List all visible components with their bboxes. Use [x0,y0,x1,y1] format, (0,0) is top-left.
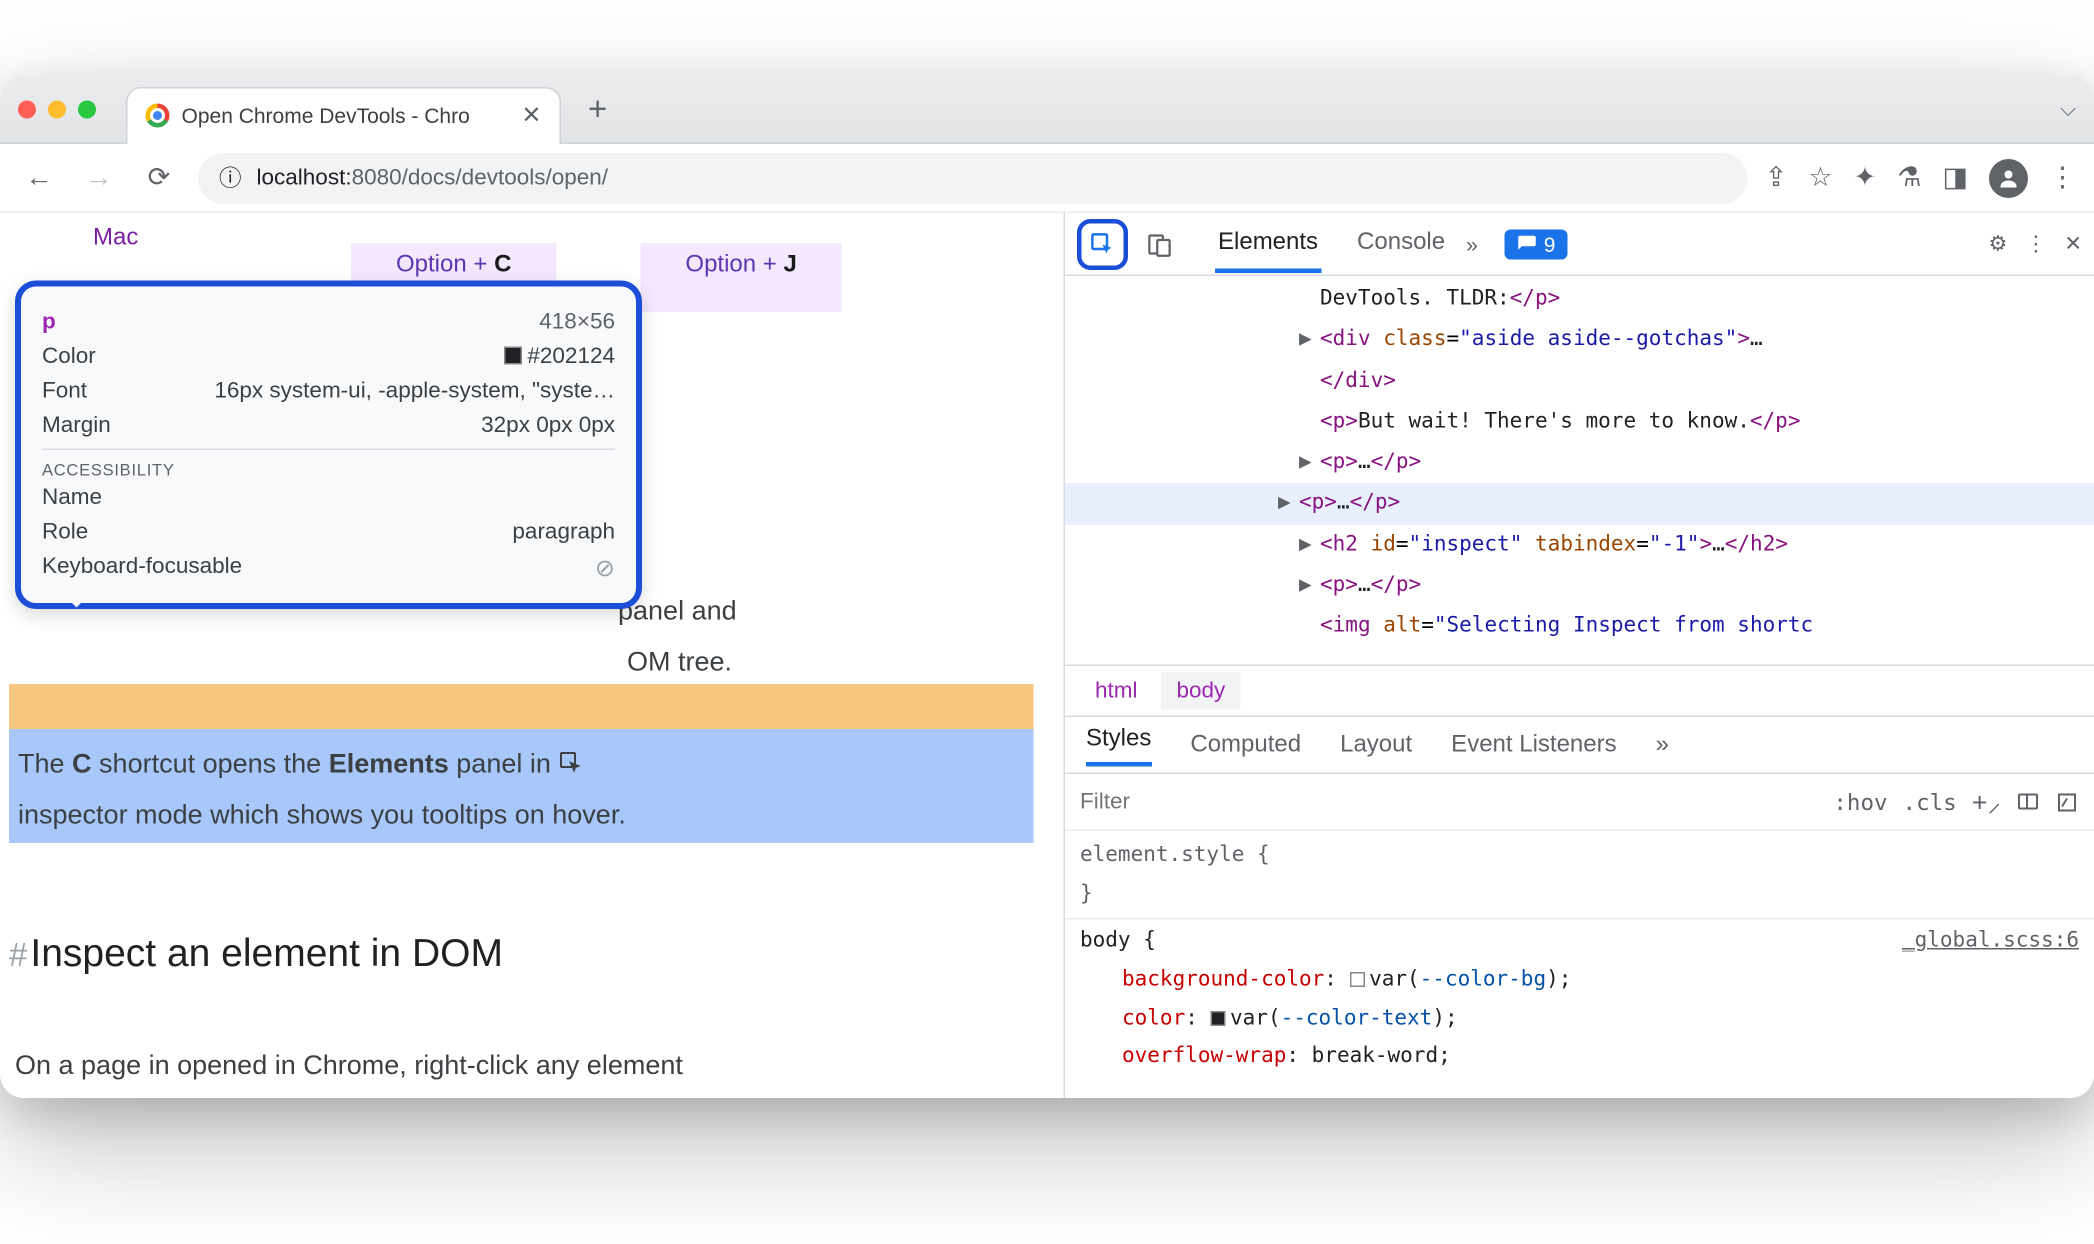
tooltip-a11y-heading: ACCESSIBILITY [42,449,615,481]
site-info-icon[interactable]: ⓘ [219,162,242,194]
profile-avatar[interactable] [1989,158,2028,197]
layout-tab[interactable]: Layout [1340,731,1412,758]
more-options-icon[interactable]: ⋮ [2025,231,2046,257]
body-text: On a page in opened in Chrome, right-cli… [15,1050,1019,1082]
devtools-panel: Elements Console » 9 ⚙ ⋮ ✕ DevTools. TLD… [1065,213,2094,1098]
address-bar: ← → ⟳ ⓘ localhost:8080/docs/devtools/ope… [0,144,2094,213]
styles-tab[interactable]: Styles [1086,725,1151,766]
more-tabs-icon[interactable]: » [1457,232,1487,256]
url-host: localhost: [257,165,352,191]
tooltip-dimensions: 418×56 [539,309,615,335]
styles-overflow-icon[interactable]: » [1656,731,1669,758]
new-style-rule-icon[interactable]: +⸝ [1972,784,2001,820]
color-swatch-icon [503,347,521,365]
chrome-logo-icon [146,104,170,128]
crumb-body[interactable]: body [1162,672,1241,710]
swatch-icon[interactable] [1211,1010,1226,1025]
highlighted-paragraph: The C shortcut opens the Elements panel … [18,738,1004,841]
hash-icon: # [9,936,27,974]
chrome-menu-icon[interactable]: ⋮ [2049,162,2076,194]
omnibox[interactable]: ⓘ localhost:8080/docs/devtools/open/ [198,152,1747,203]
computed-tab[interactable]: Computed [1190,731,1301,758]
console-tab[interactable]: Console [1354,217,1448,271]
tooltip-margin-value: 32px 0px 0px [481,413,615,439]
rendering-icon[interactable] [2055,790,2079,814]
tab-overflow-icon[interactable]: ⌵ [2060,96,2076,122]
breadcrumb: html body [1065,666,2094,717]
section-heading: #Inspect an element in DOM [9,930,503,977]
window-controls [18,100,96,118]
tooltip-tag: p [42,309,56,335]
inspect-inline-icon [558,750,582,774]
styles-tabs: Styles Computed Layout Event Listeners » [1065,717,2094,774]
new-tab-button[interactable]: + [588,89,607,128]
crumb-html[interactable]: html [1080,672,1153,710]
tooltip-role-label: Role [42,519,88,545]
styles-filter-row: :hov .cls +⸝ [1065,774,2094,831]
event-listeners-tab[interactable]: Event Listeners [1451,731,1616,758]
os-tab-mac[interactable]: Mac [93,225,138,252]
issues-badge[interactable]: 9 [1505,229,1568,259]
tooltip-font-value: 16px system-ui, -apple-system, "syste… [214,378,615,404]
share-icon[interactable]: ⇪ [1765,162,1788,194]
labs-icon[interactable]: ⚗ [1897,162,1921,194]
tooltip-name-label: Name [42,485,102,511]
color-format-icon[interactable] [2016,790,2040,814]
tooltip-kbf-label: Keyboard-focusable [42,554,242,584]
dom-tree[interactable]: DevTools. TLDR:</p> ▶<div class="aside a… [1065,276,2094,666]
styles-pane[interactable]: element.style { } body {_global.scss:6 b… [1065,831,2094,1098]
url-path: /docs/devtools/open/ [402,165,608,191]
elements-tab[interactable]: Elements [1215,217,1321,273]
cls-toggle[interactable]: .cls [1903,788,1957,815]
margin-highlight [9,684,1034,729]
tooltip-color-label: Color [42,344,96,370]
settings-icon[interactable]: ⚙ [1989,231,2008,257]
tooltip-color-value: #202124 [527,344,615,370]
close-devtools-icon[interactable]: ✕ [2064,231,2082,257]
maximize-window-button[interactable] [78,100,96,118]
devtools-toolbar: Elements Console » 9 ⚙ ⋮ ✕ [1065,213,2094,276]
close-tab-icon[interactable]: ✕ [521,101,541,131]
not-focusable-icon: ⊘ [595,554,615,584]
rendered-page: Mac Option + C Option + J p418×56 Color#… [0,213,1065,1098]
back-button[interactable]: ← [18,162,60,194]
source-link[interactable]: _global.scss:6 [1902,922,2079,961]
tooltip-font-label: Font [42,378,87,404]
device-toggle-button[interactable] [1137,230,1182,257]
inspect-element-button[interactable] [1077,218,1128,269]
browser-tab[interactable]: Open Chrome DevTools - Chro ✕ [126,86,561,143]
swatch-icon[interactable] [1350,972,1365,987]
title-bar: Open Chrome DevTools - Chro ✕ + ⌵ [0,75,2094,144]
hov-toggle[interactable]: :hov [1833,788,1887,815]
browser-window: Open Chrome DevTools - Chro ✕ + ⌵ ← → ⟳ … [0,75,2094,1098]
forward-button[interactable]: → [78,162,120,194]
reload-button[interactable]: ⟳ [138,162,180,194]
inspect-tooltip: p 418×56 Color #202124 Font 16px system-ui,… [15,281,642,610]
tab-title: Open Chrome DevTools - Chro [182,104,510,128]
tooltip-margin-label: Margin [42,413,111,439]
minimize-window-button[interactable] [48,100,66,118]
filter-input[interactable] [1080,789,1818,815]
url-port: 8080 [352,165,402,191]
bookmark-icon[interactable]: ☆ [1808,162,1832,194]
side-panel-icon[interactable]: ◨ [1942,162,1968,194]
tooltip-role-value: paragraph [512,519,615,545]
close-window-button[interactable] [18,100,36,118]
extensions-icon[interactable]: ✦ [1854,162,1877,194]
